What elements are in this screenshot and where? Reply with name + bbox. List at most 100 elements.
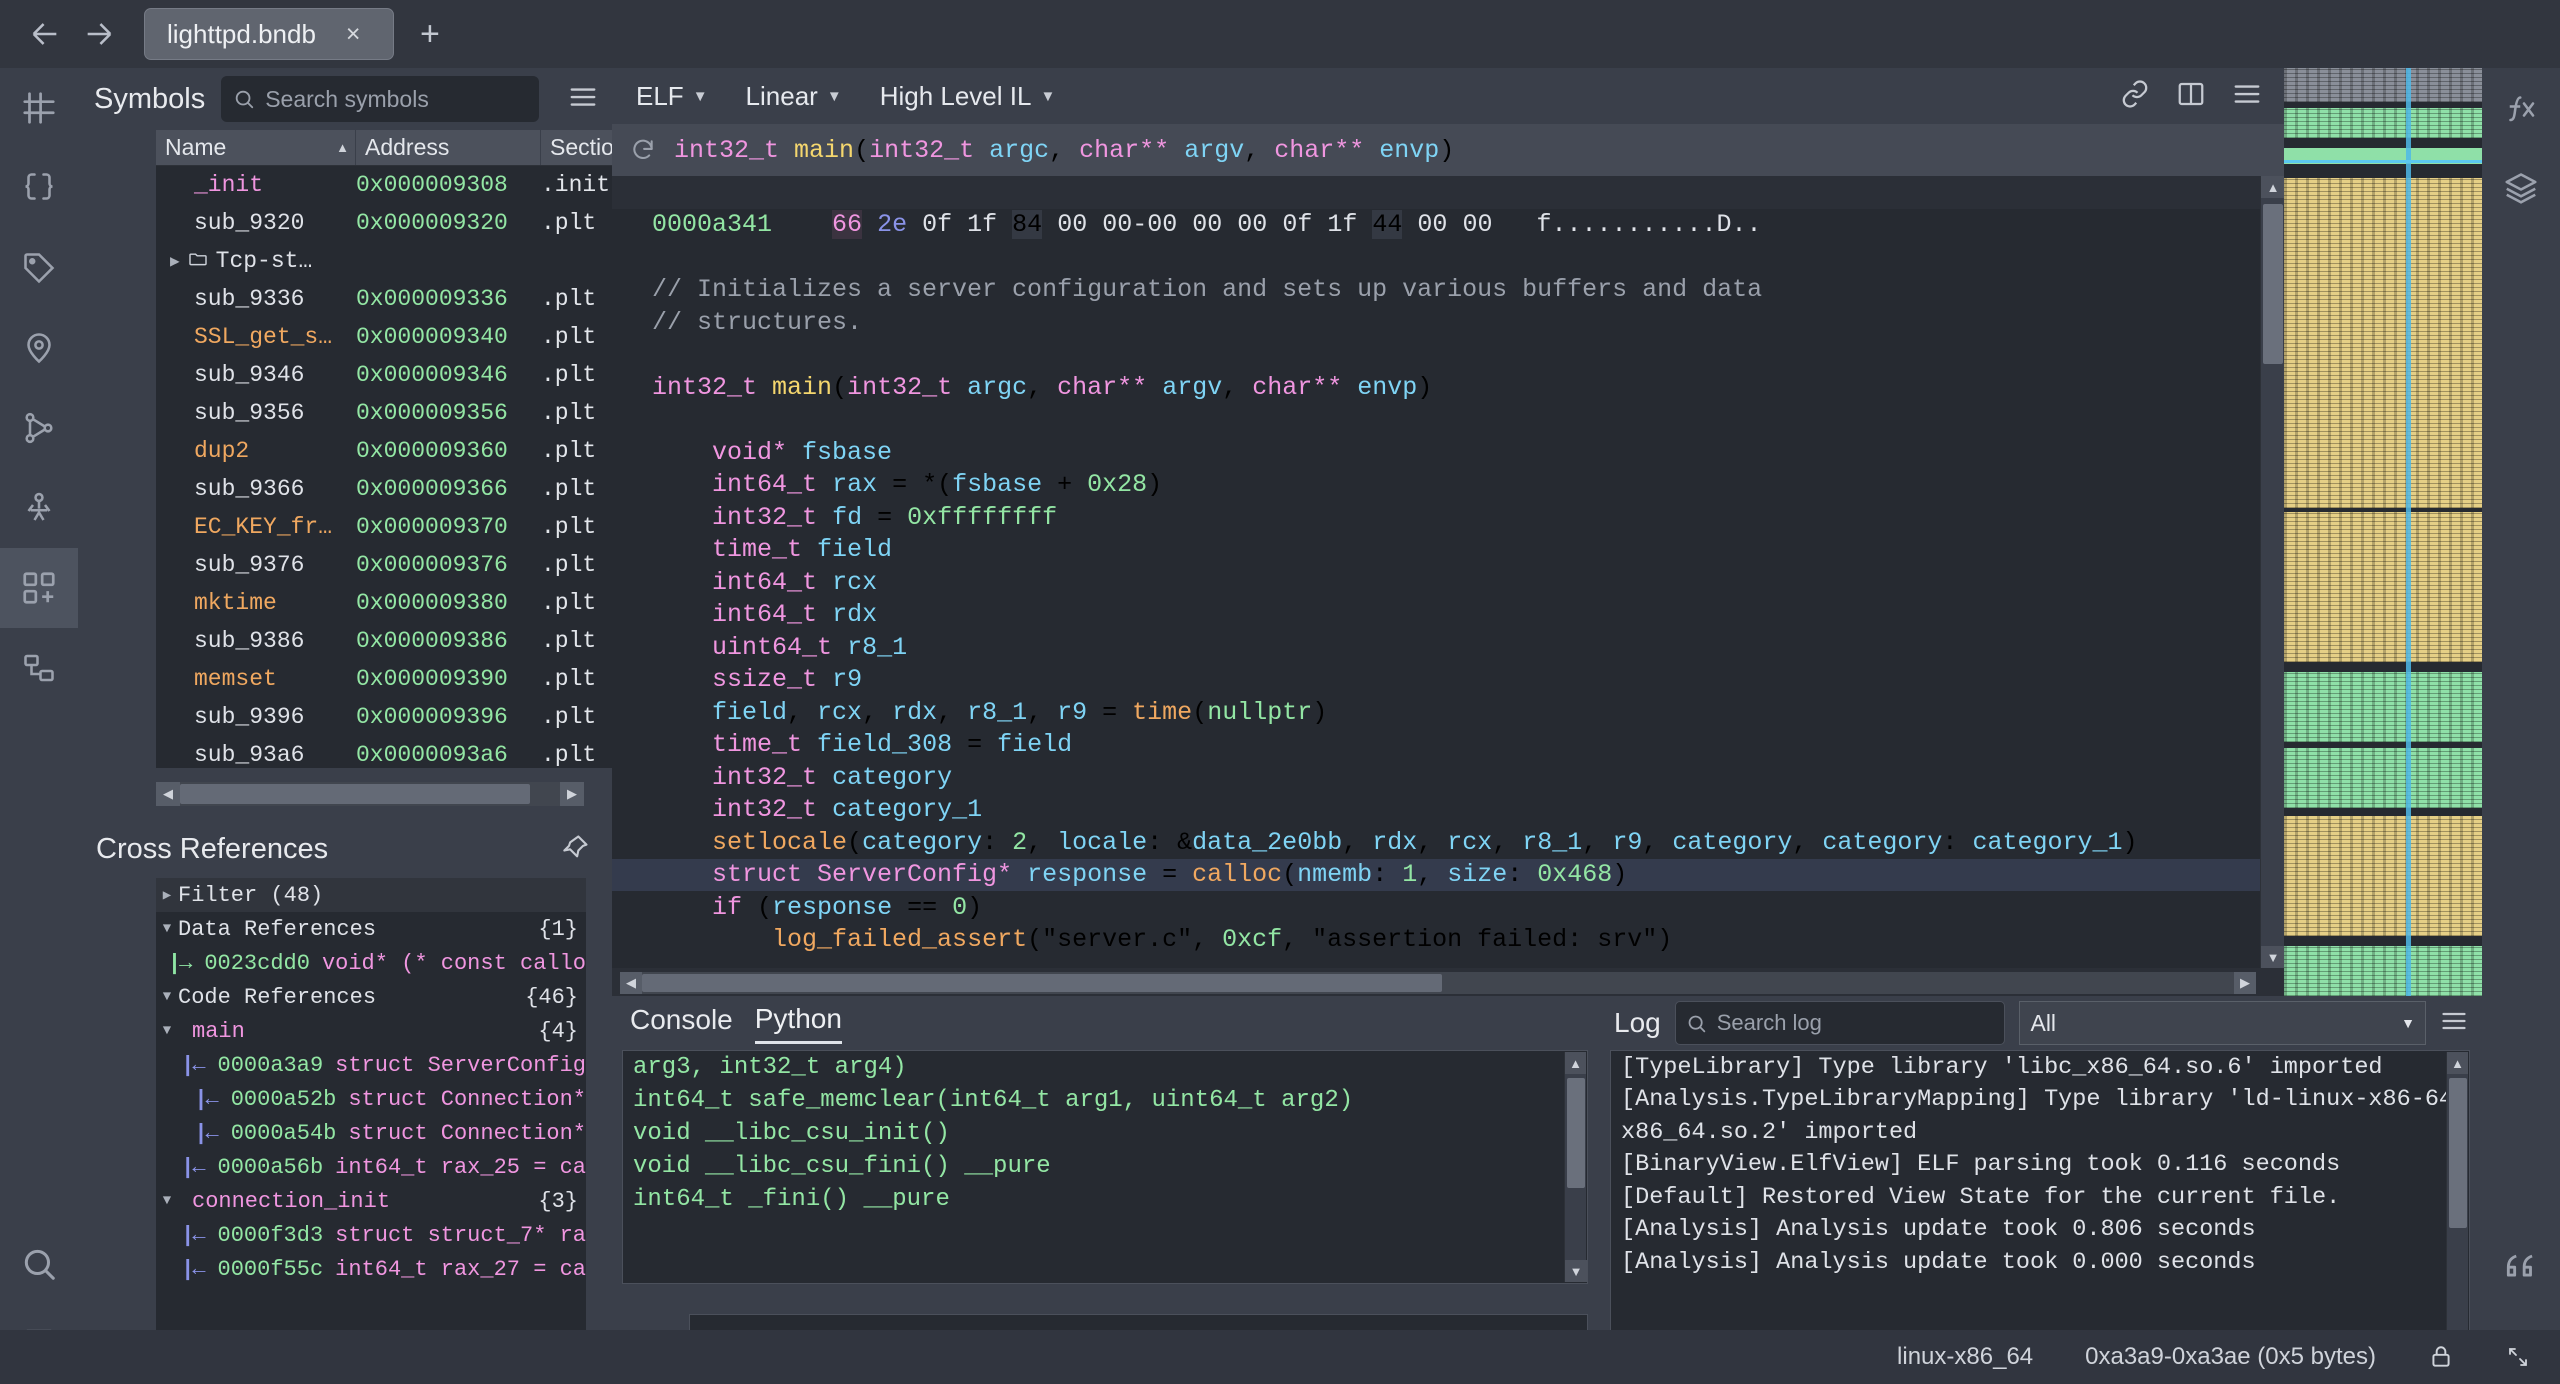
table-row[interactable]: sub_93a6 0x0000093a6 .plt xyxy=(156,736,662,768)
console-output[interactable]: arg3, int32_t arg4) int64_t safe_memclear… xyxy=(622,1050,1588,1284)
xref-group-row[interactable]: ▼ main {4} xyxy=(156,1014,586,1048)
column-header-address[interactable]: Address xyxy=(356,130,541,165)
column-header-name[interactable]: Name xyxy=(156,130,356,165)
log-search-input[interactable]: Search log xyxy=(1674,1001,2006,1045)
comment-line[interactable]: // Initializes a server configuration an… xyxy=(612,274,2260,307)
signature-line[interactable]: int32_t main(int32_t argc, char** argv, … xyxy=(612,371,2260,404)
symbols-horizontal-scrollbar[interactable]: ◀ ▶ xyxy=(156,782,584,806)
table-row[interactable]: _init 0x000009308 .init xyxy=(156,166,662,204)
code-line[interactable]: setlocale(category: 2, locale: &data_2e0… xyxy=(612,826,2260,859)
code-line[interactable]: field, rcx, rdx, r8_1, r9 = time(nullptr… xyxy=(612,696,2260,729)
xref-item-row[interactable]: |← 0000a52b struct Connection* xyxy=(156,1082,586,1116)
code-line[interactable]: int32_t fd = 0xffffffff xyxy=(612,501,2260,534)
xref-item-row[interactable]: |← 0000f55c int64_t rax_27 = ca xyxy=(156,1252,586,1286)
code-line[interactable]: if (response == 0) xyxy=(612,891,2260,924)
minimap[interactable] xyxy=(2284,68,2482,996)
code-line[interactable]: void* fsbase xyxy=(612,436,2260,469)
table-row[interactable]: sub_9396 0x000009396 .plt xyxy=(156,698,662,736)
scroll-down-icon[interactable]: ▼ xyxy=(1565,1260,1587,1282)
binja-logo-icon[interactable] xyxy=(0,68,78,148)
scroll-up-icon[interactable]: ▲ xyxy=(2261,176,2285,198)
scroll-thumb[interactable] xyxy=(1567,1078,1585,1188)
scroll-left-icon[interactable]: ◀ xyxy=(620,972,642,994)
link-icon[interactable] xyxy=(2120,79,2150,114)
view-type-dropdown[interactable]: ELF ▼ xyxy=(636,81,708,112)
refresh-icon[interactable] xyxy=(630,137,656,163)
code-line[interactable]: time_t field xyxy=(612,534,2260,567)
pin-icon[interactable] xyxy=(562,833,590,866)
scroll-right-icon[interactable]: ▶ xyxy=(560,782,584,806)
close-icon[interactable]: × xyxy=(346,20,361,49)
collapse-triangle-icon[interactable]: ▼ xyxy=(156,989,178,1005)
xref-item-row[interactable]: |← 0000f3d3 struct struct_7* ra xyxy=(156,1218,586,1252)
minimap-cursor[interactable] xyxy=(2284,160,2482,163)
code-line[interactable]: uint64_t r8_1 xyxy=(612,631,2260,664)
pin-location-icon[interactable] xyxy=(0,308,78,388)
code-line[interactable]: int64_t rdx xyxy=(612,599,2260,632)
log-menu-icon[interactable] xyxy=(2440,1007,2468,1040)
table-row[interactable]: mktime 0x000009380 .plt xyxy=(156,584,662,622)
split-pane-icon[interactable] xyxy=(2176,79,2206,114)
variables-fx-icon[interactable] xyxy=(2482,68,2560,148)
table-row[interactable]: ▶ Tcp-st… xyxy=(156,242,662,280)
layers-icon[interactable] xyxy=(2482,148,2560,228)
table-row[interactable]: sub_9346 0x000009346 .plt xyxy=(156,356,662,394)
code-line[interactable]: int64_t rcx xyxy=(612,566,2260,599)
expand-triangle-icon[interactable]: ▶ xyxy=(156,887,178,904)
xref-group-row[interactable]: ▼ connection_init {3} xyxy=(156,1184,586,1218)
collapse-triangle-icon[interactable]: ▼ xyxy=(156,1023,178,1039)
tab-console[interactable]: Console xyxy=(630,1004,733,1042)
il-level-dropdown[interactable]: High Level IL ▼ xyxy=(880,81,1056,112)
comment-line[interactable]: // structures. xyxy=(612,306,2260,339)
table-row[interactable]: sub_9366 0x000009366 .plt xyxy=(156,470,662,508)
code-line[interactable]: int32_t category_1 xyxy=(612,794,2260,827)
back-button[interactable] xyxy=(18,10,72,58)
table-row[interactable]: SSL_get_s… 0x000009340 .plt xyxy=(156,318,662,356)
scroll-thumb[interactable] xyxy=(2263,204,2283,364)
hscroll-thumb[interactable] xyxy=(642,974,1442,992)
scroll-down-icon[interactable]: ▼ xyxy=(2261,946,2285,968)
xref-item-row[interactable]: |← 0000a54b struct Connection* xyxy=(156,1116,586,1150)
branch-graph-icon[interactable] xyxy=(0,388,78,468)
log-vertical-scrollbar[interactable]: ▲ ▼ xyxy=(2446,1052,2469,1370)
code-vertical-scrollbar[interactable]: ▲ ▼ xyxy=(2260,176,2285,968)
xref-item-row[interactable]: |← 0000a56b int64_t rax_25 = ca xyxy=(156,1150,586,1184)
xref-filter-row[interactable]: ▶ Filter (48) xyxy=(156,878,586,912)
table-row[interactable]: sub_9386 0x000009386 .plt xyxy=(156,622,662,660)
code-line[interactable]: int64_t rax = *(fsbase + 0x28) xyxy=(612,469,2260,502)
code-line[interactable]: time_t field_308 = field xyxy=(612,729,2260,762)
expand-icon[interactable] xyxy=(2506,1345,2530,1369)
table-row[interactable]: memset 0x000009390 .plt xyxy=(156,660,662,698)
expand-triangle-icon[interactable]: ▶ xyxy=(170,251,180,271)
lock-icon[interactable] xyxy=(2428,1344,2454,1370)
log-output[interactable]: [TypeLibrary] Type library 'libc_x86_64.… xyxy=(1610,1050,2470,1372)
log-level-filter[interactable]: All ▼ xyxy=(2019,1001,2426,1045)
scroll-right-icon[interactable]: ▶ xyxy=(2234,972,2256,994)
scroll-up-icon[interactable]: ▲ xyxy=(2447,1052,2468,1074)
table-row[interactable]: sub_9336 0x000009336 .plt xyxy=(156,280,662,318)
xref-group-row[interactable]: ▼ Data References {1} xyxy=(156,912,586,946)
code-line[interactable]: ssize_t r9 xyxy=(612,664,2260,697)
forward-button[interactable] xyxy=(72,10,126,58)
code-horizontal-scrollbar[interactable]: ◀ ▶ xyxy=(620,972,2256,994)
xrefs-tree[interactable]: ▶ Filter (48) ▼ Data References {1} |→ 0023cdd… xyxy=(156,878,586,1332)
xref-item-row[interactable]: |← 0000a3a9 struct ServerConfig xyxy=(156,1048,586,1082)
scroll-left-icon[interactable]: ◀ xyxy=(156,782,180,806)
components-icon[interactable] xyxy=(0,548,78,628)
hamburger-menu-icon[interactable] xyxy=(2232,79,2262,114)
code-listing[interactable]: 0000a341 66 2e 0f 1f 84 00 00-00 00 00 0f… xyxy=(612,176,2260,968)
scroll-up-icon[interactable]: ▲ xyxy=(1565,1052,1586,1074)
search-icon[interactable] xyxy=(0,1224,78,1304)
file-tab[interactable]: lighttpd.bndb × xyxy=(144,8,394,60)
table-row[interactable]: EC_KEY_fr… 0x000009370 .plt xyxy=(156,508,662,546)
table-row[interactable]: sub_9356 0x000009356 .plt xyxy=(156,394,662,432)
layout-dropdown[interactable]: Linear ▼ xyxy=(746,81,842,112)
xref-group-row[interactable]: ▼ Code References {46} xyxy=(156,980,586,1014)
collapse-triangle-icon[interactable]: ▼ xyxy=(156,921,178,937)
code-line[interactable]: log_failed_assert("server.c", 0xcf, "ass… xyxy=(612,924,2260,957)
table-row[interactable]: sub_9320 0x000009320 .plt xyxy=(156,204,662,242)
scroll-thumb[interactable] xyxy=(2449,1078,2467,1228)
symbols-menu-icon[interactable] xyxy=(568,82,598,117)
code-line[interactable]: int32_t category xyxy=(612,761,2260,794)
types-braces-icon[interactable] xyxy=(0,148,78,228)
